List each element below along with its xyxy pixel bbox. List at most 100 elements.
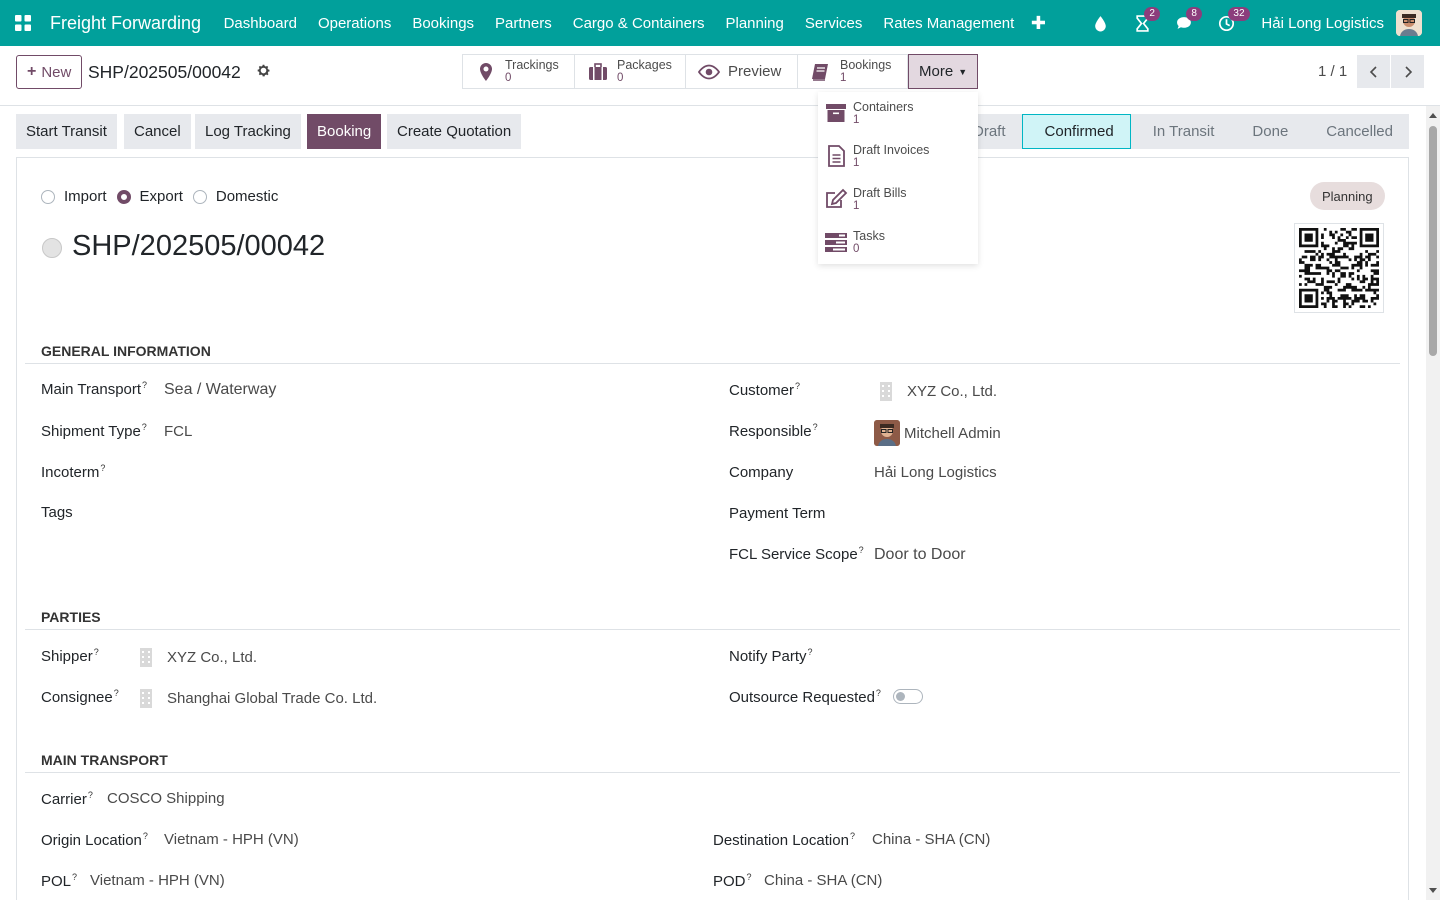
section-main-transport: Main Transport [41, 752, 168, 768]
pod-field[interactable]: China - SHA (CN) [764, 872, 882, 889]
cancel-button[interactable]: Cancel [124, 114, 191, 149]
menu-rates-management[interactable]: Rates Management [873, 15, 1025, 32]
scroll-thumb[interactable] [1429, 126, 1437, 356]
menu-bookings[interactable]: Bookings [402, 15, 485, 32]
menu-operations[interactable]: Operations [307, 15, 401, 32]
gear-icon[interactable] [256, 63, 271, 78]
outsource-toggle[interactable] [893, 689, 923, 704]
clock-icon[interactable]: 32 [1211, 0, 1250, 46]
menu-dashboard[interactable]: Dashboard [213, 15, 307, 32]
radio-import[interactable] [41, 189, 55, 204]
dropdown-count: 1 [853, 157, 860, 169]
dropdown-count: 1 [853, 114, 860, 126]
menu-partners[interactable]: Partners [485, 15, 563, 32]
radio-domestic[interactable] [192, 189, 207, 204]
customer-field[interactable]: XYZ Co., Ltd. [879, 380, 997, 402]
radio-export[interactable] [116, 189, 131, 204]
customer-name[interactable]: XYZ Co., Ltd. [907, 383, 997, 400]
toggle-switch[interactable] [893, 689, 923, 704]
form-sheet: Import Export Domestic Planning SHP/2025… [16, 157, 1409, 900]
help-icon[interactable]: ? [808, 647, 813, 657]
packages-smart-button[interactable]: Packages 0 [575, 55, 686, 88]
user-avatar[interactable] [1396, 10, 1422, 36]
more-button[interactable]: More ▼ [908, 54, 979, 89]
trackings-smart-button[interactable]: Trackings 0 [463, 55, 575, 88]
pager-value[interactable]: 1 / 1 [1318, 63, 1347, 80]
company-field[interactable]: Hải Long Logistics [874, 464, 997, 481]
help-icon[interactable]: ? [859, 545, 864, 555]
incoterm-label: Incoterm? [41, 463, 106, 481]
destination-location-field[interactable]: China - SHA (CN) [872, 831, 990, 848]
shipment-type-field[interactable]: FCL [164, 423, 192, 440]
new-button[interactable]: + New [16, 55, 83, 89]
consignee-field[interactable]: Shanghai Global Trade Co. Ltd. [139, 687, 377, 709]
smart-label: Trackings [505, 57, 559, 72]
start-transit-button[interactable]: Start Transit [16, 114, 117, 149]
pager-previous-button[interactable] [1357, 55, 1390, 88]
status-cancelled[interactable]: Cancelled [1304, 114, 1409, 149]
scroll-down-arrow-icon[interactable] [1429, 888, 1437, 893]
edit-icon [826, 188, 848, 208]
carrier-field[interactable]: COSCO Shipping [107, 790, 225, 807]
help-icon[interactable]: ? [142, 380, 147, 390]
help-icon[interactable]: ? [876, 688, 881, 698]
status-confirmed[interactable]: Confirmed [1021, 114, 1131, 149]
responsible-name[interactable]: Mitchell Admin [904, 425, 1001, 442]
scroll-up-arrow-icon[interactable] [1429, 113, 1437, 118]
help-icon[interactable]: ? [142, 422, 147, 432]
chat-icon[interactable]: 8 [1169, 0, 1202, 46]
dropdown-item-tasks[interactable]: Tasks 0 [824, 230, 885, 256]
pol-field[interactable]: Vietnam - HPH (VN) [90, 872, 225, 889]
menu-planning[interactable]: Planning [715, 15, 794, 32]
menu-services[interactable]: Services [794, 15, 873, 32]
pager-next-button[interactable] [1391, 55, 1424, 88]
radio-label-domestic[interactable]: Domestic [216, 188, 279, 205]
consignee-name[interactable]: Shanghai Global Trade Co. Ltd. [167, 690, 377, 707]
responsible-field[interactable]: Mitchell Admin [874, 420, 1001, 446]
tags-label: Tags [41, 504, 73, 521]
notify-party-label: Notify Party? [729, 647, 813, 665]
top-navbar: Freight Forwarding Dashboard Operations … [0, 0, 1440, 46]
hourglass-icon[interactable]: 2 [1127, 0, 1160, 46]
help-icon[interactable]: ? [94, 647, 99, 657]
create-quotation-button[interactable]: Create Quotation [387, 114, 522, 149]
help-icon[interactable]: ? [72, 872, 77, 882]
shipper-field[interactable]: XYZ Co., Ltd. [139, 646, 257, 668]
origin-location-field[interactable]: Vietnam - HPH (VN) [164, 831, 299, 848]
preview-smart-button[interactable]: Preview [686, 55, 798, 88]
dropdown-item-draft-bills[interactable]: Draft Bills 1 [824, 187, 906, 213]
help-icon[interactable]: ? [747, 872, 752, 882]
radio-label-export[interactable]: Export [140, 188, 183, 205]
help-icon[interactable]: ? [795, 381, 800, 391]
priority-toggle[interactable] [42, 238, 62, 258]
booking-button[interactable]: Booking [307, 114, 382, 149]
apps-grid-icon[interactable] [0, 0, 46, 46]
help-icon[interactable]: ? [88, 790, 93, 800]
outsource-requested-label: Outsource Requested? [729, 688, 881, 706]
log-tracking-button[interactable]: Log Tracking [195, 114, 301, 149]
drop-icon[interactable] [1085, 0, 1115, 46]
dropdown-item-draft-invoices[interactable]: Draft Invoices 1 [824, 144, 929, 170]
fcl-service-scope-field[interactable]: Door to Door [874, 546, 966, 564]
status-in-transit[interactable]: In Transit [1131, 114, 1231, 149]
help-icon[interactable]: ? [143, 831, 148, 841]
menu-cargo-containers[interactable]: Cargo & Containers [562, 15, 715, 32]
status-done[interactable]: Done [1230, 114, 1304, 149]
help-icon[interactable]: ? [813, 422, 818, 432]
pod-label: POD? [713, 872, 752, 890]
plus-icon[interactable]: ✚ [1031, 13, 1046, 34]
scrollbar[interactable] [1426, 106, 1440, 900]
main-transport-field[interactable]: Sea / Waterway [164, 381, 276, 399]
dropdown-label: Draft Bills [853, 186, 907, 200]
help-icon[interactable]: ? [100, 463, 105, 473]
help-icon[interactable]: ? [850, 831, 855, 841]
company-switcher[interactable]: Hải Long Logistics [1261, 15, 1384, 32]
section-general-information: General Information [41, 343, 211, 359]
app-name[interactable]: Freight Forwarding [50, 13, 201, 34]
help-icon[interactable]: ? [114, 688, 119, 698]
radio-label-import[interactable]: Import [64, 188, 107, 205]
shipper-name[interactable]: XYZ Co., Ltd. [167, 649, 257, 666]
dropdown-item-containers[interactable]: Containers 1 [824, 101, 913, 127]
bookings-smart-button[interactable]: Bookings 1 [798, 55, 908, 88]
smart-count: 0 [505, 71, 512, 84]
